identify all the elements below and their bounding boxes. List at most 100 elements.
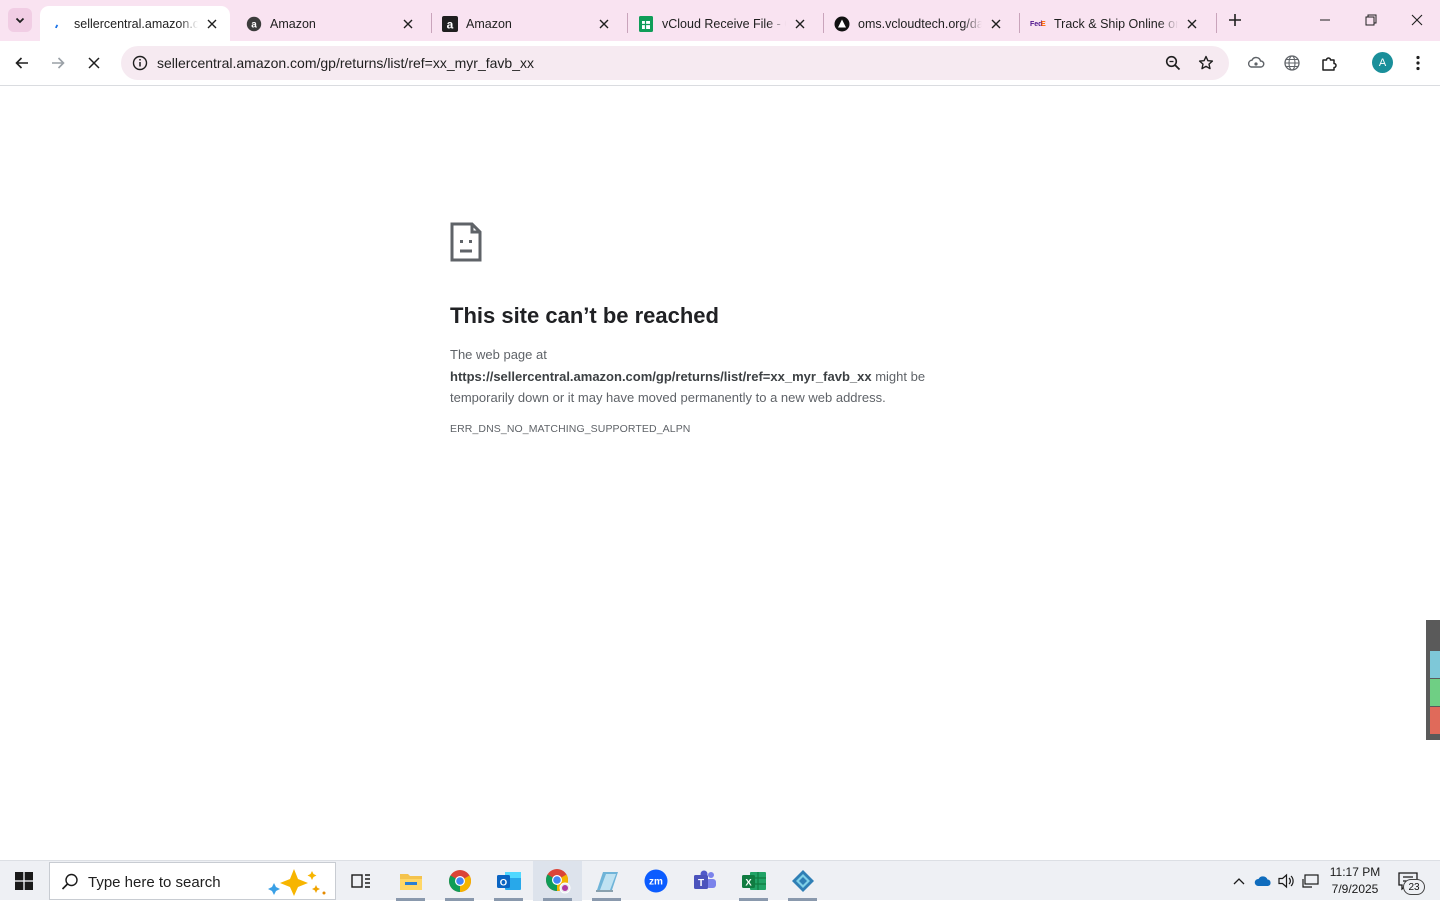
restore-icon [1365, 14, 1377, 26]
svg-text:Ex: Ex [1041, 21, 1046, 28]
tab-title: sellercentral.amazon.com/gp/returns/list… [74, 16, 198, 31]
stop-loading-button[interactable] [79, 48, 109, 78]
more-menu-icon[interactable] [1406, 51, 1430, 75]
tray-network[interactable] [1300, 861, 1322, 901]
svg-text:a: a [447, 17, 454, 31]
close-icon[interactable] [790, 14, 810, 34]
chevron-up-icon [1233, 878, 1245, 885]
notification-count-badge: 23 [1403, 879, 1425, 895]
forward-button[interactable] [43, 48, 73, 78]
minimize-button[interactable] [1302, 0, 1348, 40]
amazon-a-icon: a [442, 15, 458, 32]
search-highlight-sparkle-icon [268, 869, 326, 896]
tab-amazon-2[interactable]: a Amazon [432, 6, 622, 41]
tab-vcloud-sheets[interactable]: vCloud Receive File - Google Sheets [628, 6, 818, 41]
svg-text:zm: zm [649, 877, 663, 888]
app-diamond-icon [791, 870, 814, 892]
tab-search-button[interactable] [8, 8, 32, 32]
search-icon [61, 873, 78, 890]
start-button[interactable] [0, 861, 48, 901]
taskbar-search-box[interactable]: Type here to search [49, 862, 336, 900]
chrome-profile-icon [545, 869, 570, 894]
teams-icon: T [693, 870, 716, 889]
side-strip-segment [1430, 707, 1440, 734]
close-icon[interactable] [202, 14, 222, 34]
vcloud-icon [834, 16, 850, 32]
sheets-icon [638, 15, 654, 32]
tray-show-hidden[interactable] [1228, 861, 1250, 901]
task-view-icon [350, 874, 370, 888]
paper-app-icon [595, 872, 618, 892]
taskbar-search-placeholder: Type here to search [88, 874, 221, 891]
clock-date: 7/9/2025 [1331, 882, 1379, 896]
svg-text:O: O [499, 878, 506, 889]
taskbar-excel[interactable]: X [729, 861, 778, 901]
tab-oms-vcloud[interactable]: oms.vcloudtech.org/dashboard [824, 6, 1014, 41]
chevron-down-icon [15, 17, 25, 24]
side-strip-segment [1430, 651, 1440, 678]
speaker-icon [1278, 873, 1294, 889]
tab-fedex[interactable]: FedEx Track & Ship Online or Find Locati… [1020, 6, 1210, 41]
tab-title: oms.vcloudtech.org/dashboard [858, 16, 982, 31]
tab-sellercentral[interactable]: sellercentral.amazon.com/gp/returns/list… [40, 6, 230, 41]
address-url[interactable]: sellercentral.amazon.com/gp/returns/list… [157, 55, 534, 71]
windows-taskbar: Type here to search O zm T X 11:17 PM 7/… [0, 860, 1440, 901]
tray-volume[interactable] [1276, 861, 1298, 901]
tab-title: Amazon [466, 16, 512, 31]
error-description-prefix: The web page at [450, 347, 547, 362]
sad-page-icon [450, 222, 482, 262]
site-info-icon[interactable] [129, 52, 151, 74]
clock-time: 11:17 PM [1329, 865, 1381, 879]
tray-onedrive[interactable] [1252, 861, 1274, 901]
tab-title: vCloud Receive File - Google Sheets [662, 16, 786, 31]
plus-icon [1229, 14, 1241, 26]
error-code: ERR_DNS_NO_MATCHING_SUPPORTED_ALPN [450, 423, 691, 435]
restore-button[interactable] [1348, 0, 1394, 40]
outlook-icon: O [496, 872, 521, 890]
taskbar-chrome-profile[interactable] [533, 861, 582, 901]
side-panel-strip[interactable] [1426, 620, 1440, 740]
back-button[interactable] [7, 48, 37, 78]
excel-icon: X [741, 872, 766, 890]
close-icon[interactable] [594, 14, 614, 34]
taskbar-paper-app[interactable] [582, 861, 631, 901]
extension-cloud-icon[interactable] [1244, 51, 1268, 75]
address-bar[interactable]: sellercentral.amazon.com/gp/returns/list… [121, 46, 1229, 80]
chrome-icon [448, 870, 471, 892]
close-icon[interactable] [398, 14, 418, 34]
taskbar-teams[interactable]: T [680, 861, 729, 901]
minimize-icon [1320, 19, 1330, 21]
tab-separator [1216, 13, 1217, 33]
extension-globe-icon[interactable] [1280, 51, 1304, 75]
windows-logo-icon [15, 872, 33, 890]
taskbar-outlook[interactable]: O [484, 861, 533, 901]
error-url: https://sellercentral.amazon.com/gp/retu… [450, 368, 872, 384]
stop-icon [88, 57, 100, 69]
new-tab-button[interactable] [1224, 9, 1246, 31]
taskbar-clock[interactable]: 11:17 PM 7/9/2025 [1326, 864, 1384, 898]
zoom-icon: zm [644, 869, 667, 893]
profile-avatar[interactable]: A [1372, 52, 1393, 73]
back-arrow-icon [15, 57, 28, 69]
extensions-puzzle-icon[interactable] [1317, 51, 1341, 75]
onedrive-cloud-icon [1254, 876, 1271, 886]
tab-title: Amazon [270, 16, 316, 31]
forward-arrow-icon [52, 57, 65, 69]
tab-amazon-1[interactable]: a Amazon [236, 6, 426, 41]
close-icon [1411, 14, 1423, 26]
taskbar-diamond-app[interactable] [778, 861, 827, 901]
side-strip-segment [1430, 679, 1440, 706]
bookmark-star-icon[interactable] [1195, 52, 1217, 74]
zoom-icon[interactable] [1162, 52, 1184, 74]
taskbar-chrome[interactable] [435, 861, 484, 901]
svg-text:T: T [697, 878, 703, 889]
taskbar-file-explorer[interactable] [386, 861, 435, 901]
tab-strip: sellercentral.amazon.com/gp/returns/list… [0, 0, 1440, 41]
close-icon[interactable] [986, 14, 1006, 34]
task-view-button[interactable] [336, 861, 385, 901]
taskbar-zoom[interactable]: zm [631, 861, 680, 901]
amazon-a-icon: a [246, 16, 262, 32]
network-icon [1302, 874, 1319, 888]
close-window-button[interactable] [1394, 0, 1440, 40]
close-icon[interactable] [1182, 14, 1202, 34]
